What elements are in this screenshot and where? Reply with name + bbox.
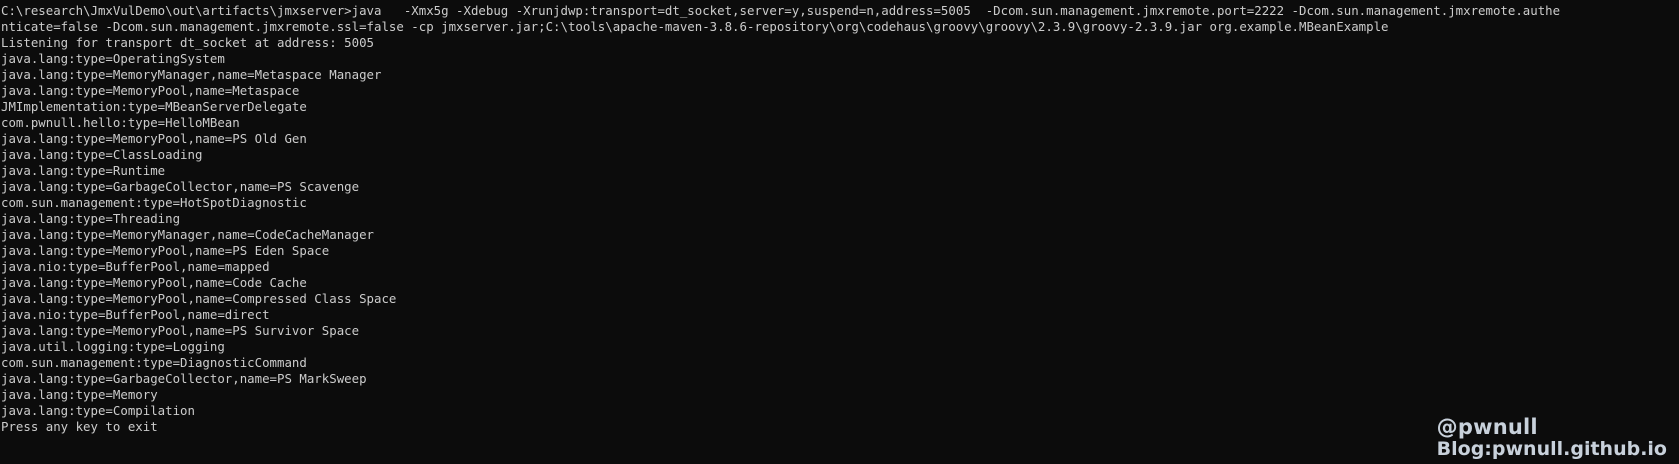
console-line: java.lang:type=MemoryPool,name=PS Old Ge…: [1, 131, 307, 146]
console-line: java.lang:type=MemoryPool,name=Compresse…: [1, 291, 397, 306]
watermark-blog: Blog:pwnull.github.io: [1436, 438, 1667, 460]
console-line: nticate=false -Dcom.sun.management.jmxre…: [1, 19, 1389, 34]
console-line: com.sun.management:type=DiagnosticComman…: [1, 355, 307, 370]
console-line: java.nio:type=BufferPool,name=mapped: [1, 259, 270, 274]
console-line: java.lang:type=MemoryManager,name=Metasp…: [1, 67, 382, 82]
console-window[interactable]: C:\research\JmxVulDemo\out\artifacts\jmx…: [0, 0, 1679, 464]
console-line: java.lang:type=OperatingSystem: [1, 51, 225, 66]
console-prompt-line: Press any key to exit: [1, 419, 158, 434]
console-line: java.lang:type=MemoryPool,name=PS Surviv…: [1, 323, 360, 338]
console-line: JMImplementation:type=MBeanServerDelegat…: [1, 99, 307, 114]
console-line: java.util.logging:type=Logging: [1, 339, 225, 354]
console-line: java.lang:type=Compilation: [1, 403, 195, 418]
console-line: java.lang:type=Memory: [1, 387, 158, 402]
console-line: java.lang:type=Runtime: [1, 163, 166, 178]
watermark: @pwnull Blog:pwnull.github.io: [1437, 416, 1667, 460]
console-line: java.lang:type=GarbageCollector,name=PS …: [1, 179, 360, 194]
console-line: java.lang:type=MemoryPool,name=Metaspace: [1, 83, 300, 98]
console-line: java.lang:type=GarbageCollector,name=PS …: [1, 371, 367, 386]
console-line: java.lang:type=ClassLoading: [1, 147, 203, 162]
console-output: C:\research\JmxVulDemo\out\artifacts\jmx…: [1, 3, 1677, 435]
console-line: com.sun.management:type=HotSpotDiagnosti…: [1, 195, 307, 210]
watermark-handle: @pwnull: [1436, 415, 1538, 439]
console-line: java.nio:type=BufferPool,name=direct: [1, 307, 270, 322]
console-line: java.lang:type=MemoryPool,name=PS Eden S…: [1, 243, 330, 258]
console-line: java.lang:type=MemoryPool,name=Code Cach…: [1, 275, 307, 290]
console-line: java.lang:type=Threading: [1, 211, 181, 226]
console-line: com.pwnull.hello:type=HelloMBean: [1, 115, 240, 130]
console-line: C:\research\JmxVulDemo\out\artifacts\jmx…: [1, 3, 1561, 18]
console-line: java.lang:type=MemoryManager,name=CodeCa…: [1, 227, 374, 242]
console-line: Listening for transport dt_socket at add…: [1, 35, 374, 50]
